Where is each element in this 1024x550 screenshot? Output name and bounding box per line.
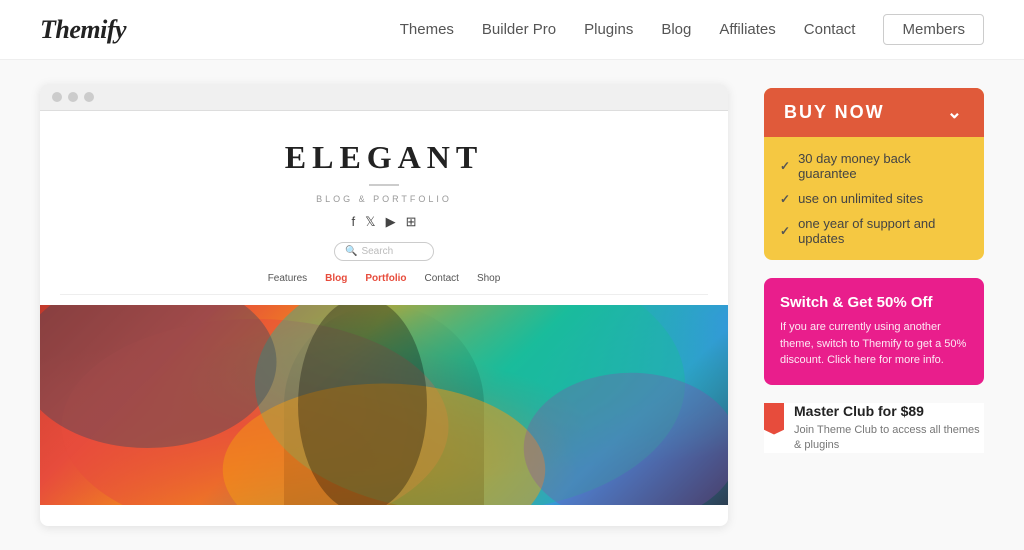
buy-now-box: BUY NOW ⌄ ✓ 30 day money back guarantee …: [764, 88, 984, 260]
theme-title: ELEGANT: [60, 139, 708, 176]
theme-nav-blog: Blog: [325, 273, 347, 284]
theme-search: 🔍 Search: [60, 242, 708, 261]
theme-preview: ELEGANT Blog & Portfolio f 𝕏 ▶ ⊞ 🔍 Searc…: [40, 84, 728, 526]
theme-search-box: 🔍 Search: [334, 242, 434, 261]
theme-nav-contact: Contact: [424, 273, 458, 284]
theme-header-area: ELEGANT Blog & Portfolio f 𝕏 ▶ ⊞ 🔍 Searc…: [40, 111, 728, 305]
nav-themes[interactable]: Themes: [400, 21, 454, 38]
check-icon-3: ✓: [780, 224, 790, 238]
master-club-title: Master Club for $89: [794, 403, 984, 419]
feature-label-2: use on unlimited sites: [798, 191, 923, 206]
theme-nav-shop: Shop: [477, 273, 500, 284]
youtube-icon: ▶: [386, 214, 396, 230]
theme-social-icons: f 𝕏 ▶ ⊞: [60, 214, 708, 230]
browser-dot-2: [68, 92, 78, 102]
feature-item-1: ✓ 30 day money back guarantee: [780, 151, 968, 181]
switch-title: Switch & Get 50% Off: [780, 294, 968, 311]
main-content: ELEGANT Blog & Portfolio f 𝕏 ▶ ⊞ 🔍 Searc…: [0, 60, 1024, 550]
sidebar: BUY NOW ⌄ ✓ 30 day money back guarantee …: [764, 84, 984, 526]
nav-blog[interactable]: Blog: [661, 21, 691, 38]
rss-icon: ⊞: [406, 214, 417, 230]
theme-inner: ELEGANT Blog & Portfolio f 𝕏 ▶ ⊞ 🔍 Searc…: [40, 111, 728, 505]
site-header: Themify Themes Builder Pro Plugins Blog …: [0, 0, 1024, 60]
theme-divider: [369, 184, 399, 186]
feature-label-3: one year of support and updates: [798, 216, 968, 246]
buy-now-label: BUY NOW: [784, 102, 885, 123]
main-nav: Themes Builder Pro Plugins Blog Affiliat…: [400, 14, 984, 45]
feature-item-3: ✓ one year of support and updates: [780, 216, 968, 246]
theme-nav: Features Blog Portfolio Contact Shop: [60, 273, 708, 295]
feature-label-1: 30 day money back guarantee: [798, 151, 968, 181]
members-button[interactable]: Members: [883, 14, 984, 45]
feature-item-2: ✓ use on unlimited sites: [780, 191, 968, 206]
site-logo[interactable]: Themify: [40, 15, 126, 45]
master-club-desc: Join Theme Club to access all themes & p…: [794, 423, 984, 454]
check-icon-1: ✓: [780, 159, 790, 173]
theme-hero-image: [40, 305, 728, 505]
theme-nav-portfolio: Portfolio: [365, 273, 406, 284]
browser-dot-3: [84, 92, 94, 102]
nav-affiliates[interactable]: Affiliates: [719, 21, 775, 38]
check-icon-2: ✓: [780, 192, 790, 206]
nav-contact[interactable]: Contact: [804, 21, 856, 38]
chevron-down-icon: ⌄: [947, 102, 964, 123]
browser-chrome: [40, 84, 728, 111]
ribbon-icon: [764, 403, 784, 435]
switch-text: If you are currently using another theme…: [780, 319, 968, 369]
search-icon: 🔍: [345, 246, 357, 257]
master-club-box[interactable]: Master Club for $89 Join Theme Club to a…: [764, 403, 984, 454]
search-placeholder: Search: [361, 246, 393, 257]
theme-subtitle: Blog & Portfolio: [60, 194, 708, 204]
facebook-icon: f: [351, 214, 355, 230]
theme-nav-features: Features: [268, 273, 307, 284]
master-club-content: Master Club for $89 Join Theme Club to a…: [794, 403, 984, 454]
nav-builder-pro[interactable]: Builder Pro: [482, 21, 556, 38]
nav-plugins[interactable]: Plugins: [584, 21, 633, 38]
switch-box[interactable]: Switch & Get 50% Off If you are currentl…: [764, 278, 984, 385]
browser-dot-1: [52, 92, 62, 102]
buy-now-features: ✓ 30 day money back guarantee ✓ use on u…: [764, 137, 984, 246]
twitter-icon: 𝕏: [365, 214, 375, 230]
buy-now-button[interactable]: BUY NOW ⌄: [764, 88, 984, 137]
